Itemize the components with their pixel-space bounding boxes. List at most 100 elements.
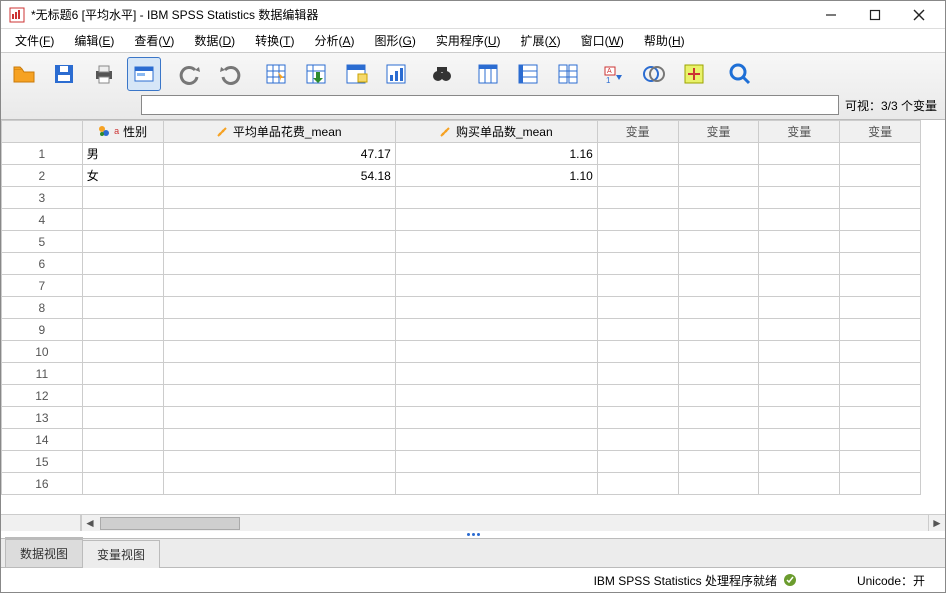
cell-empty[interactable] bbox=[759, 297, 840, 319]
cell-empty[interactable] bbox=[597, 297, 678, 319]
cell-empty[interactable] bbox=[759, 231, 840, 253]
cell-empty[interactable] bbox=[759, 187, 840, 209]
cell-avg-price[interactable] bbox=[163, 451, 395, 473]
menu-file[interactable]: 文件(F) bbox=[5, 29, 64, 52]
cell-empty[interactable] bbox=[678, 385, 759, 407]
cell-empty[interactable] bbox=[759, 209, 840, 231]
cell-gender[interactable] bbox=[82, 297, 163, 319]
menu-view[interactable]: 查看(V) bbox=[124, 29, 184, 52]
cell-avg-count[interactable]: 1.10 bbox=[395, 165, 597, 187]
variables-button[interactable] bbox=[339, 57, 373, 91]
cell-empty[interactable] bbox=[759, 253, 840, 275]
cell-avg-price[interactable] bbox=[163, 297, 395, 319]
cell-avg-count[interactable] bbox=[395, 473, 597, 495]
insert-cases-button[interactable] bbox=[471, 57, 505, 91]
row-header[interactable]: 14 bbox=[2, 429, 83, 451]
row-header[interactable]: 15 bbox=[2, 451, 83, 473]
cell-empty[interactable] bbox=[678, 407, 759, 429]
menu-window[interactable]: 窗口(W) bbox=[571, 29, 634, 52]
menu-analyze[interactable]: 分析(A) bbox=[304, 29, 364, 52]
cell-gender[interactable] bbox=[82, 187, 163, 209]
cell-empty[interactable] bbox=[597, 209, 678, 231]
cell-gender[interactable] bbox=[82, 253, 163, 275]
cell-gender[interactable] bbox=[82, 341, 163, 363]
cell-avg-price[interactable] bbox=[163, 319, 395, 341]
cell-avg-price[interactable] bbox=[163, 385, 395, 407]
cell-empty[interactable] bbox=[840, 385, 921, 407]
scrollbar-track[interactable] bbox=[98, 515, 928, 531]
cell-empty[interactable] bbox=[678, 275, 759, 297]
cell-avg-price[interactable] bbox=[163, 187, 395, 209]
cell-empty[interactable] bbox=[678, 143, 759, 165]
row-header[interactable]: 3 bbox=[2, 187, 83, 209]
cell-empty[interactable] bbox=[840, 341, 921, 363]
split-file-button[interactable] bbox=[551, 57, 585, 91]
row-header[interactable]: 11 bbox=[2, 363, 83, 385]
print-button[interactable] bbox=[87, 57, 121, 91]
cell-empty[interactable] bbox=[759, 143, 840, 165]
cell-empty[interactable] bbox=[840, 187, 921, 209]
cell-gender[interactable]: 女 bbox=[82, 165, 163, 187]
scrollbar-thumb[interactable] bbox=[100, 517, 240, 530]
cell-empty[interactable] bbox=[678, 473, 759, 495]
cell-empty[interactable] bbox=[678, 363, 759, 385]
tab-data-view[interactable]: 数据视图 bbox=[5, 537, 83, 567]
cell-avg-count[interactable] bbox=[395, 385, 597, 407]
cell-avg-price[interactable] bbox=[163, 341, 395, 363]
cell-avg-count[interactable] bbox=[395, 297, 597, 319]
cell-avg-count[interactable] bbox=[395, 275, 597, 297]
minimize-button[interactable] bbox=[809, 1, 853, 29]
cell-avg-price[interactable] bbox=[163, 407, 395, 429]
cell-avg-price[interactable] bbox=[163, 231, 395, 253]
cell-empty[interactable] bbox=[759, 165, 840, 187]
cell-empty[interactable] bbox=[840, 165, 921, 187]
cell-empty[interactable] bbox=[597, 319, 678, 341]
cell-empty[interactable] bbox=[678, 165, 759, 187]
horizontal-scrollbar[interactable]: ◄ ► bbox=[1, 514, 945, 531]
menu-help[interactable]: 帮助(H) bbox=[634, 29, 695, 52]
cell-empty[interactable] bbox=[678, 187, 759, 209]
row-header[interactable]: 4 bbox=[2, 209, 83, 231]
row-header[interactable]: 2 bbox=[2, 165, 83, 187]
cell-empty[interactable] bbox=[759, 451, 840, 473]
column-header-empty[interactable]: 变量 bbox=[759, 121, 840, 143]
cell-avg-count[interactable] bbox=[395, 341, 597, 363]
cell-avg-price[interactable] bbox=[163, 253, 395, 275]
menu-extensions[interactable]: 扩展(X) bbox=[511, 29, 571, 52]
cell-avg-count[interactable] bbox=[395, 407, 597, 429]
cell-empty[interactable] bbox=[759, 429, 840, 451]
close-button[interactable] bbox=[897, 1, 941, 29]
cell-empty[interactable] bbox=[597, 451, 678, 473]
value-labels-button[interactable]: A1 bbox=[597, 57, 631, 91]
cell-avg-count[interactable] bbox=[395, 429, 597, 451]
cell-avg-count[interactable] bbox=[395, 319, 597, 341]
cell-empty[interactable] bbox=[597, 473, 678, 495]
cell-empty[interactable] bbox=[678, 319, 759, 341]
column-header-gender[interactable]: a 性别 bbox=[82, 121, 163, 143]
column-header-avg-count[interactable]: 购买单品数_mean bbox=[395, 121, 597, 143]
row-header[interactable]: 6 bbox=[2, 253, 83, 275]
cell-avg-price[interactable] bbox=[163, 363, 395, 385]
menu-utilities[interactable]: 实用程序(U) bbox=[426, 29, 511, 52]
cell-empty[interactable] bbox=[597, 407, 678, 429]
cell-avg-count[interactable] bbox=[395, 451, 597, 473]
cell-empty[interactable] bbox=[840, 363, 921, 385]
cell-avg-price[interactable]: 54.18 bbox=[163, 165, 395, 187]
cell-gender[interactable] bbox=[82, 385, 163, 407]
row-header[interactable]: 8 bbox=[2, 297, 83, 319]
cell-empty[interactable] bbox=[678, 253, 759, 275]
cell-avg-count[interactable] bbox=[395, 363, 597, 385]
row-header[interactable]: 10 bbox=[2, 341, 83, 363]
menu-graphs[interactable]: 图形(G) bbox=[365, 29, 426, 52]
find-button[interactable] bbox=[425, 57, 459, 91]
column-header-empty[interactable]: 变量 bbox=[840, 121, 921, 143]
cell-gender[interactable] bbox=[82, 209, 163, 231]
show-all-button[interactable] bbox=[677, 57, 711, 91]
tab-variable-view[interactable]: 变量视图 bbox=[82, 540, 160, 568]
cell-empty[interactable] bbox=[597, 187, 678, 209]
cell-empty[interactable] bbox=[597, 275, 678, 297]
cell-avg-price[interactable]: 47.17 bbox=[163, 143, 395, 165]
cell-gender[interactable] bbox=[82, 363, 163, 385]
cell-empty[interactable] bbox=[840, 297, 921, 319]
cell-empty[interactable] bbox=[840, 451, 921, 473]
